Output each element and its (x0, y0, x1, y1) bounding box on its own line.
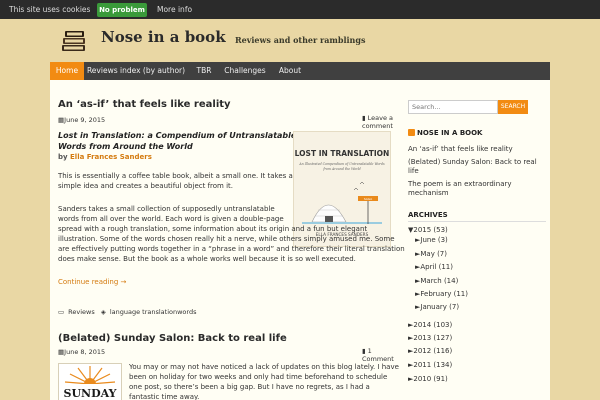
archive-month[interactable]: ►January (7) (415, 303, 459, 311)
nav-challenges[interactable]: Challenges (222, 62, 268, 80)
archive-month[interactable]: ►March (14) (415, 277, 458, 285)
archive-year[interactable]: ►2010 (91) (408, 375, 448, 383)
post-title[interactable]: An ‘as-if’ that feels like reality (58, 99, 231, 110)
post-date: ▦June 8, 2015 (58, 348, 106, 356)
archive-month[interactable]: ►February (11) (415, 290, 468, 298)
post-date: ▦June 9, 2015 (58, 116, 106, 124)
archive-month[interactable]: ►May (7) (415, 250, 447, 258)
book-author: by Ella Frances Sanders (58, 153, 152, 161)
feed-widget-title[interactable]: NOSE IN A BOOK (408, 129, 483, 137)
folder-icon: ▭ (58, 308, 65, 316)
post-paragraph: This is essentially a coffee table book,… (58, 172, 293, 190)
feed-item[interactable]: An ‘as-if’ that feels like reality (408, 145, 513, 154)
book-title: Lost in Translation: a Compendium of Unt… (58, 131, 297, 151)
nav-tbr[interactable]: TBR (190, 62, 218, 80)
archives-widget-title: ARCHIVES (408, 211, 448, 219)
nav-home[interactable]: Home (50, 62, 84, 80)
comments-link[interactable]: ▮ 1 Comment (362, 347, 394, 363)
archive-year-2015[interactable]: ▼2015 (53) (408, 226, 448, 234)
category-link[interactable]: Reviews (68, 308, 95, 316)
feed-item[interactable]: (Belated) Sunday Salon: Back to real lif… (408, 158, 537, 176)
comments-link[interactable]: ▮ Leave a comment (362, 114, 393, 130)
tag-icon: ◈ (100, 308, 106, 316)
nav-about[interactable]: About (272, 62, 308, 80)
cover-title: LOST IN TRANSLATION (295, 149, 390, 158)
site-tagline: Reviews and other ramblings (235, 35, 366, 45)
divider (408, 221, 546, 222)
archive-month[interactable]: ►April (11) (415, 263, 453, 271)
archive-year[interactable]: ►2014 (103) (408, 321, 452, 329)
continue-reading-link[interactable]: Continue reading → (58, 278, 126, 286)
archive-year[interactable]: ►2011 (134) (408, 361, 452, 369)
sunday-text: SUNDAY (64, 387, 117, 400)
archive-year[interactable]: ►2013 (127) (408, 334, 452, 342)
rss-icon (408, 129, 415, 136)
main-nav: Home Reviews index (by author) TBR Chall… (50, 62, 550, 80)
feed-item[interactable]: The poem is an extraordinary mechanism (408, 180, 512, 198)
cover-subtitle: An Illustrated Compendium of Untranslata… (298, 162, 385, 166)
post-excerpt: You may or may not have noticed a lack o… (129, 363, 399, 400)
archive-year[interactable]: ►2012 (116) (408, 347, 452, 355)
search-button[interactable]: SEARCH (498, 100, 528, 114)
post-paragraph: Sanders takes a small collection of supp… (58, 205, 405, 263)
nav-reviews-index[interactable]: Reviews index (by author) (86, 62, 186, 80)
svg-text:from Around the World: from Around the World (322, 167, 360, 171)
post-title[interactable]: (Belated) Sunday Salon: Back to real lif… (58, 333, 287, 344)
cookie-accept-button[interactable]: No problem (97, 3, 147, 17)
search-input[interactable] (408, 100, 498, 114)
books-logo-icon[interactable] (60, 26, 88, 54)
tag-links[interactable]: language translationwords (110, 308, 197, 316)
cover-sign: SAGA (364, 197, 373, 201)
archive-month[interactable]: ►June (3) (415, 236, 448, 244)
cookie-message: This site uses cookies (9, 5, 91, 14)
site-title[interactable]: Nose in a book (101, 28, 226, 46)
post-tags: ▭ Reviews ◈ language translationwords (58, 308, 200, 316)
cookie-more-info-link[interactable]: More info (157, 5, 192, 14)
cookie-bar: This site uses cookies No problem More i… (0, 0, 600, 19)
sunday-salon-image[interactable]: SUNDAY (58, 363, 122, 400)
